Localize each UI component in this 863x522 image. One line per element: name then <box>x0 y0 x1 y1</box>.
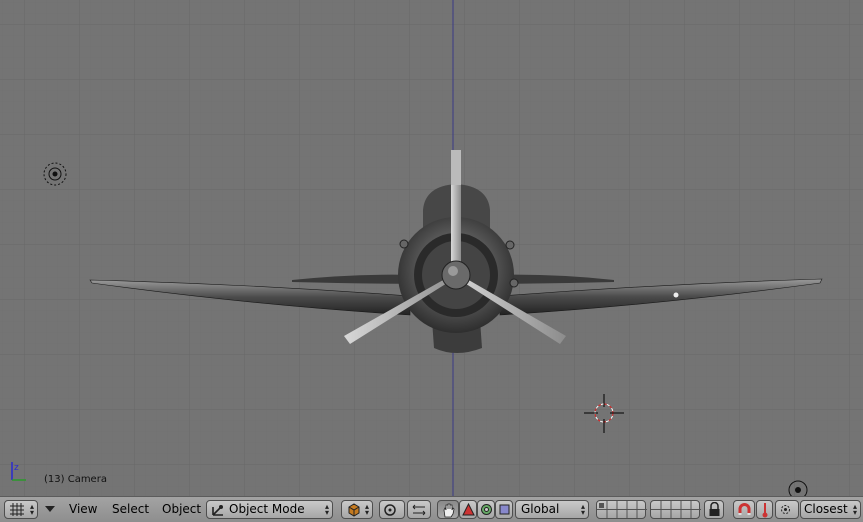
layer-grid-icon <box>597 501 647 518</box>
chevron-updown-icon: ▴ ▾ <box>29 502 34 517</box>
lock-layers-button[interactable] <box>704 500 724 519</box>
hand-icon <box>443 503 455 518</box>
view3d-icon <box>10 503 24 516</box>
pivot-dropdown[interactable] <box>379 500 405 519</box>
snap-mode-dropdown[interactable]: Closest ▴ ▾ <box>800 500 861 519</box>
solid-cube-icon <box>348 503 360 517</box>
exhaust-right <box>505 240 515 250</box>
chevron-updown-icon: ▴ ▾ <box>364 502 369 517</box>
editor-type-button[interactable]: ▴ ▾ <box>4 500 38 519</box>
triangle-icon <box>462 503 475 516</box>
menu-view[interactable]: View <box>69 500 97 519</box>
draw-type-dropdown[interactable]: ▴ ▾ <box>341 500 373 519</box>
layers-group-1[interactable] <box>596 500 647 519</box>
layers-group-2[interactable] <box>650 500 701 519</box>
rotate-manipulator[interactable] <box>477 500 495 519</box>
propeller-tip-top <box>451 150 461 185</box>
mode-dropdown[interactable]: Object Mode ▴ ▾ <box>206 500 333 519</box>
align-arrows-icon <box>412 504 426 516</box>
exhaust-right-2 <box>509 278 519 288</box>
chevron-updown-icon: ▴ ▾ <box>580 502 585 517</box>
thermometer-icon <box>762 503 768 518</box>
pivot-icon <box>384 504 396 516</box>
square-icon <box>499 504 510 515</box>
svg-text:z: z <box>14 463 19 473</box>
snap-element-button[interactable] <box>756 500 773 519</box>
scale-manipulator[interactable] <box>495 500 513 519</box>
lock-icon <box>709 502 720 516</box>
orientation-label: Global <box>521 502 560 516</box>
mode-label: Object Mode <box>229 502 305 516</box>
ring-icon <box>481 504 492 515</box>
chevron-updown-icon: ▴ ▾ <box>852 502 857 517</box>
chevron-updown-icon: ▴ ▾ <box>324 502 329 517</box>
snap-target-dropdown[interactable] <box>775 500 799 519</box>
pivot-align-button[interactable] <box>407 500 431 519</box>
menu-object[interactable]: Object <box>162 500 201 519</box>
manipulator-toggle[interactable] <box>437 500 459 519</box>
viewport-object-label: (13) Camera <box>44 474 107 485</box>
collapse-menu-icon[interactable] <box>44 504 56 514</box>
object-mode-icon <box>212 505 223 516</box>
snap-mode-label: Closest <box>804 502 848 516</box>
exhaust-left <box>399 239 409 249</box>
viewport-canvas[interactable]: z <box>0 0 863 496</box>
menu-select[interactable]: Select <box>112 500 149 519</box>
snap-target-icon <box>781 505 790 514</box>
translate-manipulator[interactable] <box>459 500 477 519</box>
snap-toggle[interactable] <box>733 500 755 519</box>
layer-grid-icon <box>651 501 701 518</box>
wing-light <box>673 292 679 298</box>
3d-viewport[interactable]: z (13) Camera <box>0 0 863 496</box>
orientation-dropdown[interactable]: Global ▴ ▾ <box>515 500 589 519</box>
magnet-icon <box>738 503 751 515</box>
spinner-highlight <box>448 266 458 276</box>
viewport-header: ▴ ▾ View Select Object Object Mode ▴ ▾ ▴ ▾ <box>0 496 863 522</box>
